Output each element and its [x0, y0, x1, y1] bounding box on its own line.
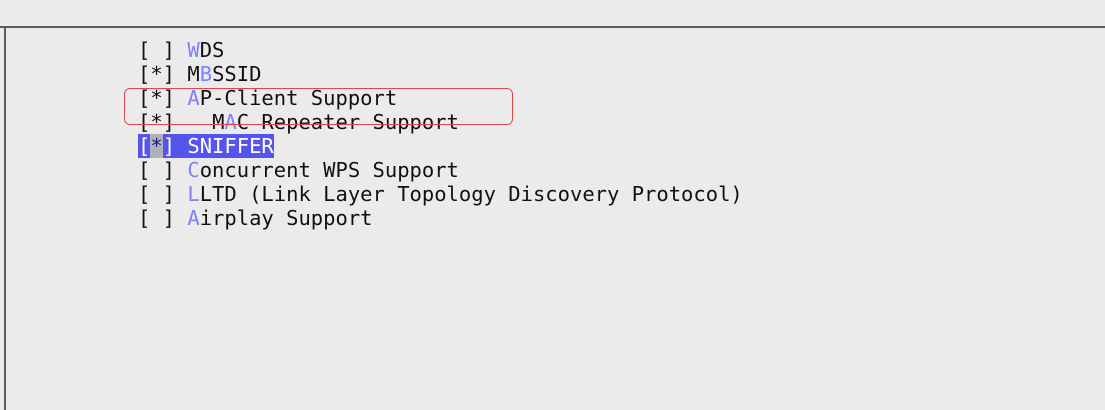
hotkey-letter: L [187, 182, 200, 206]
left-border-line [4, 27, 6, 410]
label-text: C Repeater Support [236, 110, 459, 134]
hotkey-letter: S [187, 134, 200, 158]
menu-item-lltd[interactable]: [ ] LLTD (Link Layer Topology Discovery … [138, 182, 743, 206]
menu-item-label: MAC Repeater Support [187, 110, 459, 134]
hotkey-letter: C [187, 158, 200, 182]
label-text: NIFFER [199, 134, 274, 158]
config-menu-list: [ ] WDS [*] MBSSID [*] AP-Client Support… [138, 38, 743, 230]
label-text: LTD (Link Layer Topology Discovery Proto… [199, 182, 743, 206]
menu-item-mac-repeater-support[interactable]: [*] MAC Repeater Support [138, 110, 743, 134]
checkbox-close-bracket: ] [162, 134, 176, 158]
menu-item-airplay-support[interactable]: [ ] Airplay Support [138, 206, 743, 230]
checkbox[interactable]: [ ] [138, 206, 175, 230]
label-text: SSID [212, 62, 262, 86]
label-text: M [212, 110, 225, 134]
label-text: P-Client Support [199, 86, 398, 110]
menu-item-label: MBSSID [187, 62, 261, 86]
checkbox[interactable]: [*] [138, 86, 175, 110]
checkbox[interactable]: [*] [138, 110, 175, 134]
hotkey-letter: A [187, 86, 200, 110]
top-border-line [0, 26, 1105, 28]
menu-item-label: AP-Client Support [187, 86, 397, 110]
hotkey-letter: A [187, 206, 200, 230]
checkbox[interactable]: [ ] [138, 158, 175, 182]
hotkey-letter: B [199, 62, 213, 86]
checkbox[interactable]: [*] [138, 62, 175, 86]
menu-item-label: LLTD (Link Layer Topology Discovery Prot… [187, 182, 742, 206]
menu-item-label: WDS [187, 38, 224, 62]
checkbox-open-bracket: [ [138, 134, 151, 158]
menu-item-mbssid[interactable]: [*] MBSSID [138, 62, 743, 86]
checkbox-mark: * [150, 134, 163, 158]
hotkey-letter: A [224, 110, 237, 134]
menu-item-sniffer[interactable]: [*] SNIFFER [138, 134, 743, 158]
menu-item-label: Airplay Support [187, 206, 372, 230]
menu-item-label: Concurrent WPS Support [187, 158, 459, 182]
label-text: M [187, 62, 200, 86]
menu-item-ap-client-support[interactable]: [*] AP-Client Support [138, 86, 743, 110]
label-text: irplay Support [199, 206, 373, 230]
label-text: DS [199, 38, 225, 62]
label-text: oncurrent WPS Support [199, 158, 459, 182]
hotkey-letter: W [187, 38, 200, 62]
checkbox[interactable]: [ ] [138, 38, 175, 62]
checkbox[interactable]: [ ] [138, 182, 175, 206]
checkbox[interactable]: [*] [138, 134, 176, 158]
menu-item-label: SNIFFER [175, 134, 274, 158]
menu-item-wds[interactable]: [ ] WDS [138, 38, 743, 62]
menu-item-concurrent-wps-support[interactable]: [ ] Concurrent WPS Support [138, 158, 743, 182]
